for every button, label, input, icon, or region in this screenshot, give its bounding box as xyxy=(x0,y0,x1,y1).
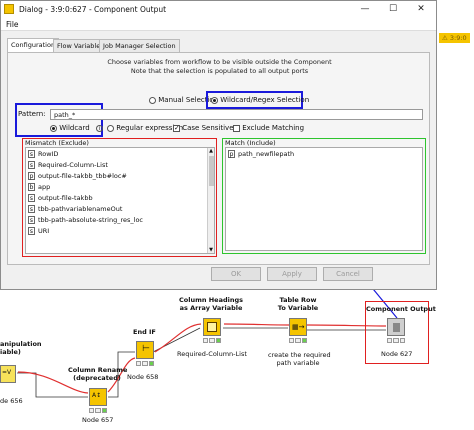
output-port-icon xyxy=(393,323,400,332)
apply-button[interactable]: Apply xyxy=(267,267,317,281)
intro-line-2: Note that the selection is populated to … xyxy=(130,67,309,75)
ok-button[interactable]: OK xyxy=(211,267,261,281)
string-variable-icon: s xyxy=(28,216,35,224)
wildcard-label: Wildcard xyxy=(59,124,90,132)
minimize-icon[interactable]: — xyxy=(351,1,379,18)
list-item[interactable]: s tbb-pathvariablenameOut xyxy=(28,205,122,214)
node-id-end-if: Node 658 xyxy=(127,373,159,381)
intro-line-1: Choose variables from workflow to be vis… xyxy=(107,58,332,66)
wildcard-regex-selection-radio[interactable]: Wildcard/Regex Selection xyxy=(211,96,309,104)
warning-icon: ⚠ xyxy=(442,34,448,42)
node-status-column-rename xyxy=(89,408,107,413)
node-annotation-table-row: create the required path variable xyxy=(268,351,331,367)
case-sensitive-checkbox[interactable]: Case Sensitive xyxy=(173,124,234,133)
dialog-title: Dialog - 3:9:0:627 - Component Output xyxy=(19,5,167,14)
array-icon xyxy=(207,322,217,332)
mismatch-list[interactable]: s RowID s Required-Column-List p output-fil… xyxy=(25,147,215,254)
menubar: File xyxy=(1,18,436,31)
string-variable-icon: s xyxy=(28,194,35,202)
exclude-matching-check xyxy=(233,124,240,132)
match-title: Match (Include) xyxy=(225,139,276,147)
node-title-manipulation: anipulation iable) xyxy=(0,340,42,356)
node-title-column-rename: Column Rename (deprecated) xyxy=(68,366,128,382)
list-item[interactable]: s URI xyxy=(28,227,49,236)
info-icon[interactable]: i xyxy=(95,125,103,132)
node-status-column-headings xyxy=(203,338,221,343)
tab-job-manager-selection[interactable]: Job Manager Selection xyxy=(99,39,180,52)
node-title-component-output: Component Output xyxy=(366,305,436,313)
node-status-end-if xyxy=(136,361,154,366)
mismatch-scrollbar[interactable]: ▲ ▼ xyxy=(207,148,214,253)
node-column-rename[interactable]: A↕ xyxy=(89,388,107,406)
wildcard-radio-circle xyxy=(50,124,57,132)
path-variable-icon: p xyxy=(228,150,235,158)
exclude-matching-label: Exclude Matching xyxy=(242,124,305,132)
wildcard-regex-label: Wildcard/Regex Selection xyxy=(220,96,310,104)
table-to-variable-icon: ▦→ xyxy=(292,323,305,331)
close-icon[interactable]: ✕ xyxy=(407,1,435,18)
string-variable-icon: s xyxy=(28,227,35,235)
node-status-component-output xyxy=(387,338,405,343)
string-variable-icon: s xyxy=(28,150,35,158)
scroll-down-icon[interactable]: ▼ xyxy=(208,247,214,253)
node-table-row[interactable]: ▦→ xyxy=(289,318,307,336)
node-title-table-row: Table Row To Variable xyxy=(277,296,319,312)
end-if-icon: ⊢ xyxy=(142,344,150,354)
node-id-column-rename: Node 657 xyxy=(82,416,114,424)
path-variable-icon: p xyxy=(28,172,35,180)
node-manipulation[interactable]: =V xyxy=(0,365,16,383)
list-item[interactable]: s tbb-path-absolute-string_res_loc xyxy=(28,216,143,225)
wildcard-regex-radio-circle xyxy=(211,96,218,104)
scroll-up-icon[interactable]: ▲ xyxy=(208,148,214,154)
node-end-if[interactable]: ⊢ xyxy=(136,341,154,359)
match-list[interactable]: p path_newfilepath xyxy=(225,147,423,251)
dialog-titlebar[interactable]: Dialog - 3:9:0:627 - Component Output — … xyxy=(1,1,436,18)
node-id-column-headings: Required-Column-List xyxy=(177,350,247,358)
list-item[interactable]: p path_newfilepath xyxy=(228,150,294,159)
list-item[interactable]: s Required-Column-List xyxy=(28,161,108,170)
boolean-variable-icon: b xyxy=(28,183,35,191)
list-item[interactable]: p output-file-takbb_tbb#loc# xyxy=(28,172,127,181)
case-sensitive-check xyxy=(173,124,180,133)
variable-icon: =V xyxy=(2,369,12,376)
wildcard-radio[interactable]: Wildcard i xyxy=(50,124,103,132)
tab-configuration[interactable]: Configuration xyxy=(7,38,60,52)
menu-file[interactable]: File xyxy=(6,20,19,29)
regular-expression-radio-circle xyxy=(107,124,114,132)
case-sensitive-label: Case Sensitive xyxy=(182,124,234,132)
list-item[interactable]: s output-file-takbb xyxy=(28,194,93,203)
node-column-headings[interactable] xyxy=(203,318,221,336)
node-warning-tag: ⚠ 3:9:0 xyxy=(439,33,470,43)
node-status-table-row xyxy=(289,338,307,343)
list-item[interactable]: s RowID xyxy=(28,150,58,159)
scrollbar-thumb[interactable] xyxy=(209,156,214,186)
node-title-end-if: End IF xyxy=(133,328,156,336)
maximize-icon[interactable]: ☐ xyxy=(379,1,407,18)
string-variable-icon: s xyxy=(28,205,35,213)
list-item[interactable]: b app xyxy=(28,183,50,192)
configuration-pane: Choose variables from workflow to be vis… xyxy=(7,52,430,265)
knime-node-icon xyxy=(4,4,14,14)
string-variable-icon: s xyxy=(28,161,35,169)
cancel-button[interactable]: Cancel xyxy=(323,267,373,281)
rename-icon: A↕ xyxy=(92,392,102,399)
exclude-matching-checkbox[interactable]: Exclude Matching xyxy=(233,124,304,132)
node-id-component-output: Node 627 xyxy=(381,350,413,358)
manual-selection-radio-circle xyxy=(149,96,156,104)
node-title-column-headings: Column Headings as Array Variable xyxy=(178,296,244,312)
node-id-manipulation: de 656 xyxy=(0,397,23,405)
mismatch-title: Mismatch (Exclude) xyxy=(25,139,89,147)
pattern-input[interactable]: path_* xyxy=(50,109,423,120)
regular-expression-radio[interactable]: Regular expression xyxy=(107,124,183,132)
component-output-dialog: Dialog - 3:9:0:627 - Component Output — … xyxy=(0,0,437,290)
node-component-output[interactable] xyxy=(387,318,405,336)
pattern-label: Pattern: xyxy=(18,110,46,118)
